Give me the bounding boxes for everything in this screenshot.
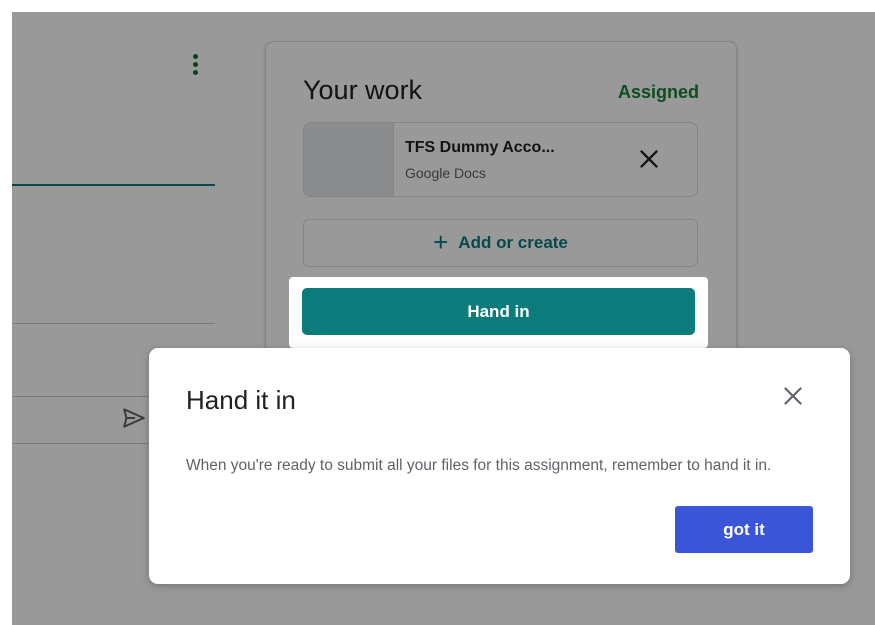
dialog-message: When you're ready to submit all your fil… <box>186 457 772 474</box>
classroom-page: Your work Assigned TFS Dummy Acco... Goo… <box>12 12 875 625</box>
dialog-title: Hand it in <box>186 385 296 415</box>
hand-in-highlight: Hand in <box>289 277 708 348</box>
hand-in-button[interactable]: Hand in <box>302 288 695 335</box>
close-icon[interactable] <box>779 382 807 410</box>
hand-it-in-dialog: Hand it in When you're ready to submit a… <box>149 348 850 584</box>
got-it-button[interactable]: got it <box>675 506 813 553</box>
